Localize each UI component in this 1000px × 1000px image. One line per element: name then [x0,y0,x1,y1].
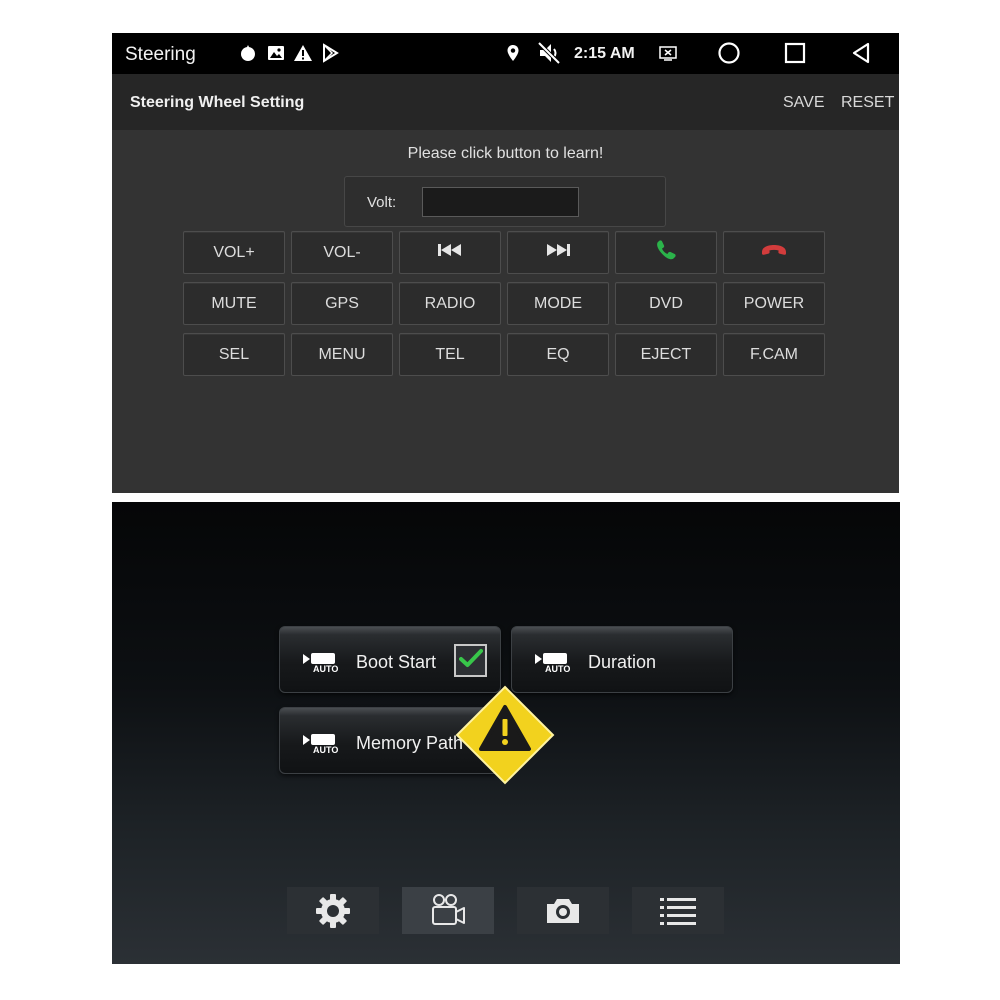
auto-record-icon: AUTO [302,732,344,755]
memory-path-label: Memory Path [356,733,464,753]
eq-button[interactable]: EQ [507,333,609,376]
previous-track-button[interactable] [399,231,501,274]
status-bar: Steering 2:15 AM [112,33,899,74]
previous-track-icon [437,243,463,262]
call-hangup-button[interactable] [723,231,825,274]
dvd-button[interactable]: DVD [615,282,717,325]
dvr-settings-panel: AUTO Boot Start AUTO Duration AUTO Memor… [112,502,900,964]
eject-button[interactable]: EJECT [615,333,717,376]
image-icon [266,43,286,63]
home-icon[interactable] [717,41,741,65]
boot-start-label: Boot Start [356,652,437,672]
recents-icon[interactable] [784,42,806,64]
call-answer-icon [654,238,678,267]
menu-button[interactable]: MENU [291,333,393,376]
video-camera-icon [428,891,468,931]
mute-icon [536,40,562,66]
radio-button[interactable]: RADIO [399,282,501,325]
warning-icon [293,43,313,63]
volt-box: Volt: [344,176,666,227]
power-button[interactable]: POWER [723,282,825,325]
boot-start-checkbox[interactable] [454,644,487,677]
tel-button[interactable]: TEL [399,333,501,376]
steering-settings-panel: Steering 2:15 AM Steering Wheel Setting … [112,33,899,493]
auto-badge: AUTO [313,745,338,754]
next-track-icon [545,243,571,262]
front-camera-button[interactable]: F.CAM [723,333,825,376]
warning-sign-icon [455,685,555,785]
tab-video[interactable] [402,887,494,934]
tab-photo[interactable] [517,887,609,934]
vol-down-button[interactable]: VOL- [291,231,393,274]
save-button[interactable]: SAVE [783,94,825,112]
learn-hint: Please click button to learn! [407,145,604,162]
auto-badge: AUTO [545,664,570,673]
boot-start-button[interactable]: AUTO Boot Start [279,626,501,693]
vol-up-button[interactable]: VOL+ [183,231,285,274]
mode-button[interactable]: MODE [507,282,609,325]
auto-badge: AUTO [313,664,338,673]
page-title: Steering Wheel Setting [130,94,305,111]
action-bar: Steering Wheel Setting SAVE RESET [112,74,899,130]
location-icon [503,43,523,63]
mute-button[interactable]: MUTE [183,282,285,325]
checkmark-icon [458,648,483,673]
steering-key-grid: VOL+ VOL- MUTE GPS RADIO MODE DVD POWER [183,231,827,376]
settings-icon [313,891,353,931]
list-icon [658,891,698,931]
photo-camera-icon [543,891,583,931]
back-icon[interactable] [850,42,872,64]
next-track-button[interactable] [507,231,609,274]
reset-button[interactable]: RESET [841,94,894,112]
sel-button[interactable]: SEL [183,333,285,376]
call-answer-button[interactable] [615,231,717,274]
status-time: 2:15 AM [574,45,635,62]
auto-record-icon: AUTO [534,651,576,674]
gps-button[interactable]: GPS [291,282,393,325]
auto-record-icon: AUTO [302,651,344,674]
tab-settings[interactable] [287,887,379,934]
duration-label: Duration [588,652,657,672]
call-hangup-icon [760,243,788,262]
duration-button[interactable]: AUTO Duration [511,626,733,693]
status-app-name: Steering [125,44,196,65]
volt-label: Volt: [367,194,397,211]
screen-icon[interactable] [658,43,678,63]
app-indicator-icon [238,43,258,63]
tab-list[interactable] [632,887,724,934]
play-store-icon [320,43,340,63]
volt-field [422,187,579,217]
